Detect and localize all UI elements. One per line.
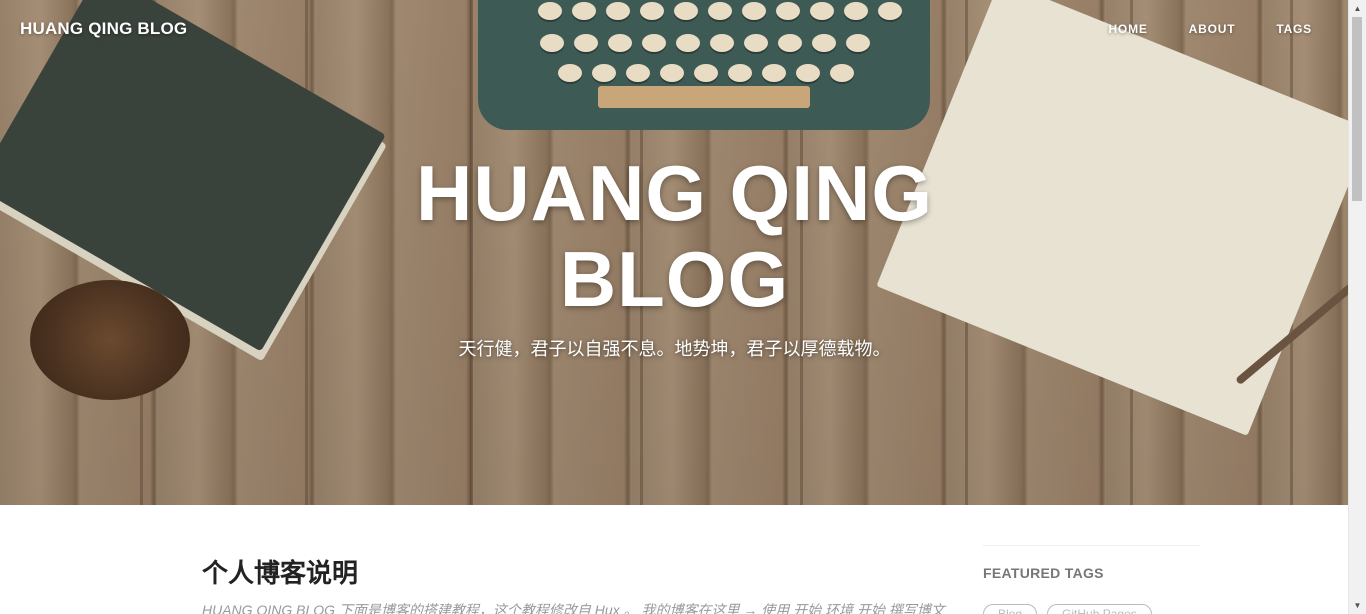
typewriter-image xyxy=(478,0,930,130)
post-excerpt[interactable]: HUANG QING BLOG 下面是博客的搭建教程，这个教程修改自 Hux 。… xyxy=(202,600,952,614)
typewriter-key xyxy=(674,2,698,20)
featured-tags-heading: FEATURED TAGS xyxy=(983,565,1104,581)
nav-link-tags[interactable]: TAGS xyxy=(1276,22,1312,36)
typewriter-key xyxy=(626,64,650,82)
typewriter-key xyxy=(558,64,582,82)
typewriter-key xyxy=(694,64,718,82)
nav-link-about[interactable]: ABOUT xyxy=(1189,22,1236,36)
typewriter-key xyxy=(606,2,630,20)
typewriter-key xyxy=(830,64,854,82)
sidebar-divider xyxy=(983,545,1200,546)
typewriter-key xyxy=(572,2,596,20)
typewriter-key xyxy=(762,64,786,82)
tag-github-pages[interactable]: GitHub Pages xyxy=(1047,604,1152,614)
typewriter-key xyxy=(728,64,752,82)
scrollbar-thumb[interactable] xyxy=(1352,17,1362,201)
typewriter-key xyxy=(878,2,902,20)
typewriter-key xyxy=(710,34,734,52)
typewriter-key xyxy=(742,2,766,20)
nav-link-home[interactable]: HOME xyxy=(1108,22,1147,36)
typewriter-spacebar xyxy=(598,86,810,108)
typewriter-key xyxy=(660,64,684,82)
hero-title: HUANG QING BLOG xyxy=(0,150,1349,322)
top-nav: HOME ABOUT TAGS xyxy=(1067,22,1312,36)
scroll-down-arrow-icon[interactable]: ▼ xyxy=(1349,597,1366,614)
hero-title-line2: BLOG xyxy=(559,235,790,323)
typewriter-key xyxy=(744,34,768,52)
typewriter-key xyxy=(640,2,664,20)
typewriter-key xyxy=(608,34,632,52)
hero-title-line1: HUANG QING xyxy=(416,149,933,237)
typewriter-key xyxy=(776,2,800,20)
typewriter-key xyxy=(574,34,598,52)
typewriter-key xyxy=(796,64,820,82)
site-brand-link[interactable]: HUANG QING BLOG xyxy=(20,19,187,39)
hero-banner: HUANG QING BLOG HOME ABOUT TAGS HUANG QI… xyxy=(0,0,1349,505)
typewriter-key xyxy=(812,34,836,52)
typewriter-key xyxy=(540,34,564,52)
typewriter-key xyxy=(592,64,616,82)
typewriter-key xyxy=(778,34,802,52)
post-title-link[interactable]: 个人博客说明 xyxy=(202,553,358,590)
hero-subtitle: 天行健，君子以自强不息。地势坤，君子以厚德载物。 xyxy=(458,339,891,359)
typewriter-key xyxy=(810,2,834,20)
featured-tags-list: Blog GitHub Pages xyxy=(983,604,1152,614)
typewriter-key xyxy=(708,2,732,20)
typewriter-key xyxy=(844,2,868,20)
typewriter-key xyxy=(846,34,870,52)
page-scrollbar[interactable]: ▲ ▼ xyxy=(1348,0,1366,614)
scroll-up-arrow-icon[interactable]: ▲ xyxy=(1349,0,1366,17)
typewriter-key xyxy=(538,2,562,20)
typewriter-key xyxy=(642,34,666,52)
typewriter-key xyxy=(676,34,700,52)
tag-blog[interactable]: Blog xyxy=(983,604,1038,614)
